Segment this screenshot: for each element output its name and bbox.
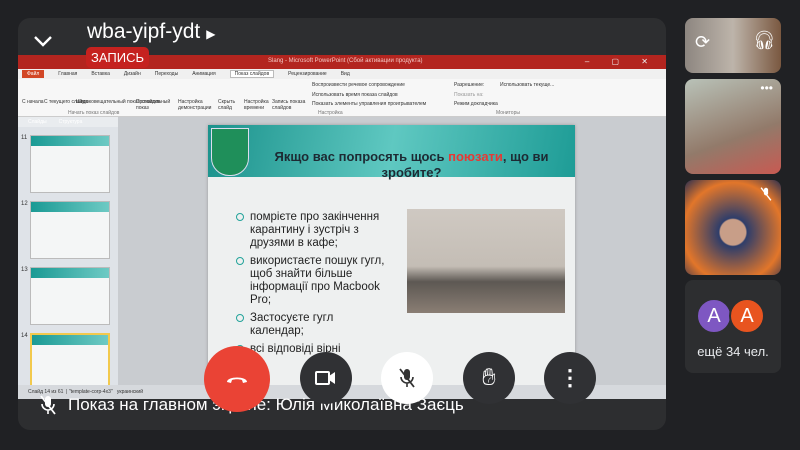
participant-video-tile[interactable] xyxy=(685,180,781,275)
slide-title: Якщо вас попросять щось поюзати, що ви з… xyxy=(274,149,549,180)
window-title: Slang - Microsoft PowerPoint (Сбой актив… xyxy=(268,58,423,64)
tab-view: Вид xyxy=(340,71,350,77)
group-monitors-label: Мониторы xyxy=(496,110,520,116)
university-logo xyxy=(211,128,249,176)
tab-home: Главная xyxy=(58,71,78,77)
thumb-number: 14 xyxy=(21,333,28,339)
slides-pane: Слайды Структура 11 12 13 14 xyxy=(18,117,118,391)
pane-tab-outline: Структура xyxy=(58,119,83,125)
rb-timing: Настройка времени xyxy=(244,99,269,111)
avatar: A xyxy=(729,298,765,334)
recording-badge: ЗАПИСЬ xyxy=(86,47,149,68)
tab-animation: Анимация xyxy=(192,71,216,77)
more-options-icon[interactable]: ••• xyxy=(760,81,773,95)
window-controls: – ▢ ✕ xyxy=(584,57,658,66)
rb-hide: Скрыть слайд xyxy=(218,99,236,111)
resolution-label: Разрешение: xyxy=(454,82,485,88)
self-video-tile[interactable]: ⟳ 🎧︎ xyxy=(685,18,781,73)
pane-tab-slides: Слайды xyxy=(28,119,47,125)
camera-button[interactable] xyxy=(300,352,352,404)
slide-bullets: помрієте про закінчення карантину і зуст… xyxy=(236,211,386,361)
headphones-icon[interactable]: 🎧︎ xyxy=(753,30,776,51)
thumb-number: 13 xyxy=(21,267,28,273)
tab-design: Дизайн xyxy=(123,71,141,77)
avatar: A xyxy=(696,298,732,334)
bullet: помрієте про закінчення карантину і зуст… xyxy=(236,211,386,250)
rb-record: Запись показа слайдов xyxy=(272,99,306,111)
more-options-button[interactable]: ⋮ xyxy=(544,352,596,404)
slide-thumbnail xyxy=(30,201,110,259)
tab-insert: Вставка xyxy=(91,71,110,77)
switch-camera-icon[interactable]: ⟳ xyxy=(695,32,710,53)
cb-narration: Воспроизвести речевое сопровождение xyxy=(312,82,405,88)
more-participants-tile[interactable]: A A ещё 34 чел. xyxy=(685,280,781,373)
cb-controls: Показать элементы управления проигрывате… xyxy=(312,101,427,107)
slide-photo xyxy=(407,209,565,313)
vertical-dots-icon: ⋮ xyxy=(559,365,581,390)
rb-custom: Произвольный показ xyxy=(136,99,171,111)
caret-right-icon: ▶ xyxy=(206,27,216,41)
group-start-label: Начать показ слайдов xyxy=(68,110,120,116)
bullet: Застосуєте гугл календар; xyxy=(236,312,386,338)
tab-review: Рецензирование xyxy=(288,71,327,77)
meeting-title[interactable]: wba-yipf-ydt ▶ xyxy=(87,20,215,44)
tab-file: Файл xyxy=(22,70,45,78)
group-setup-label: Настройка xyxy=(318,110,343,116)
mic-off-icon xyxy=(760,187,772,201)
show-on-label: Показать на: xyxy=(454,92,484,98)
shared-screen: Slang - Microsoft PowerPoint (Сбой актив… xyxy=(18,55,666,399)
hand-icon: ✋︎ xyxy=(482,364,496,391)
mic-off-icon xyxy=(40,395,56,415)
mic-off-icon xyxy=(399,368,415,388)
microphone-button[interactable] xyxy=(381,352,433,404)
end-call-button[interactable] xyxy=(204,346,270,412)
rb-from-start: С начала xyxy=(22,99,44,105)
chevron-down-icon[interactable] xyxy=(32,34,54,48)
tab-slideshow: Показ слайдов xyxy=(229,70,275,78)
video-camera-icon xyxy=(315,371,335,385)
thumb-number: 11 xyxy=(21,135,28,141)
slide-thumbnail xyxy=(30,267,110,325)
bullet: використаєте пошук гугл, щоб знайти біль… xyxy=(236,255,386,307)
resolution-value: Использовать текуще... xyxy=(500,82,555,88)
tab-transitions: Переходы xyxy=(154,71,179,77)
cb-timings: Использовать время показа слайдов xyxy=(312,92,398,98)
rb-setup: Настройка демонстрации xyxy=(178,99,212,111)
ribbon: С начала С текущего слайда Широковещател… xyxy=(18,79,666,117)
ribbon-tabs: Файл Главная Вставка Дизайн Переходы Ани… xyxy=(18,69,666,79)
current-slide: Якщо вас попросять щось поюзати, що ви з… xyxy=(208,125,575,391)
hang-up-icon xyxy=(227,377,247,383)
raise-hand-button[interactable]: ✋︎ xyxy=(463,352,515,404)
more-participants-label: ещё 34 чел. xyxy=(697,344,769,359)
presenter-view: Режим докладчика xyxy=(454,101,498,107)
thumb-number: 12 xyxy=(21,201,28,207)
participant-video-tile[interactable]: ••• xyxy=(685,79,781,174)
slide-thumbnail xyxy=(30,135,110,193)
